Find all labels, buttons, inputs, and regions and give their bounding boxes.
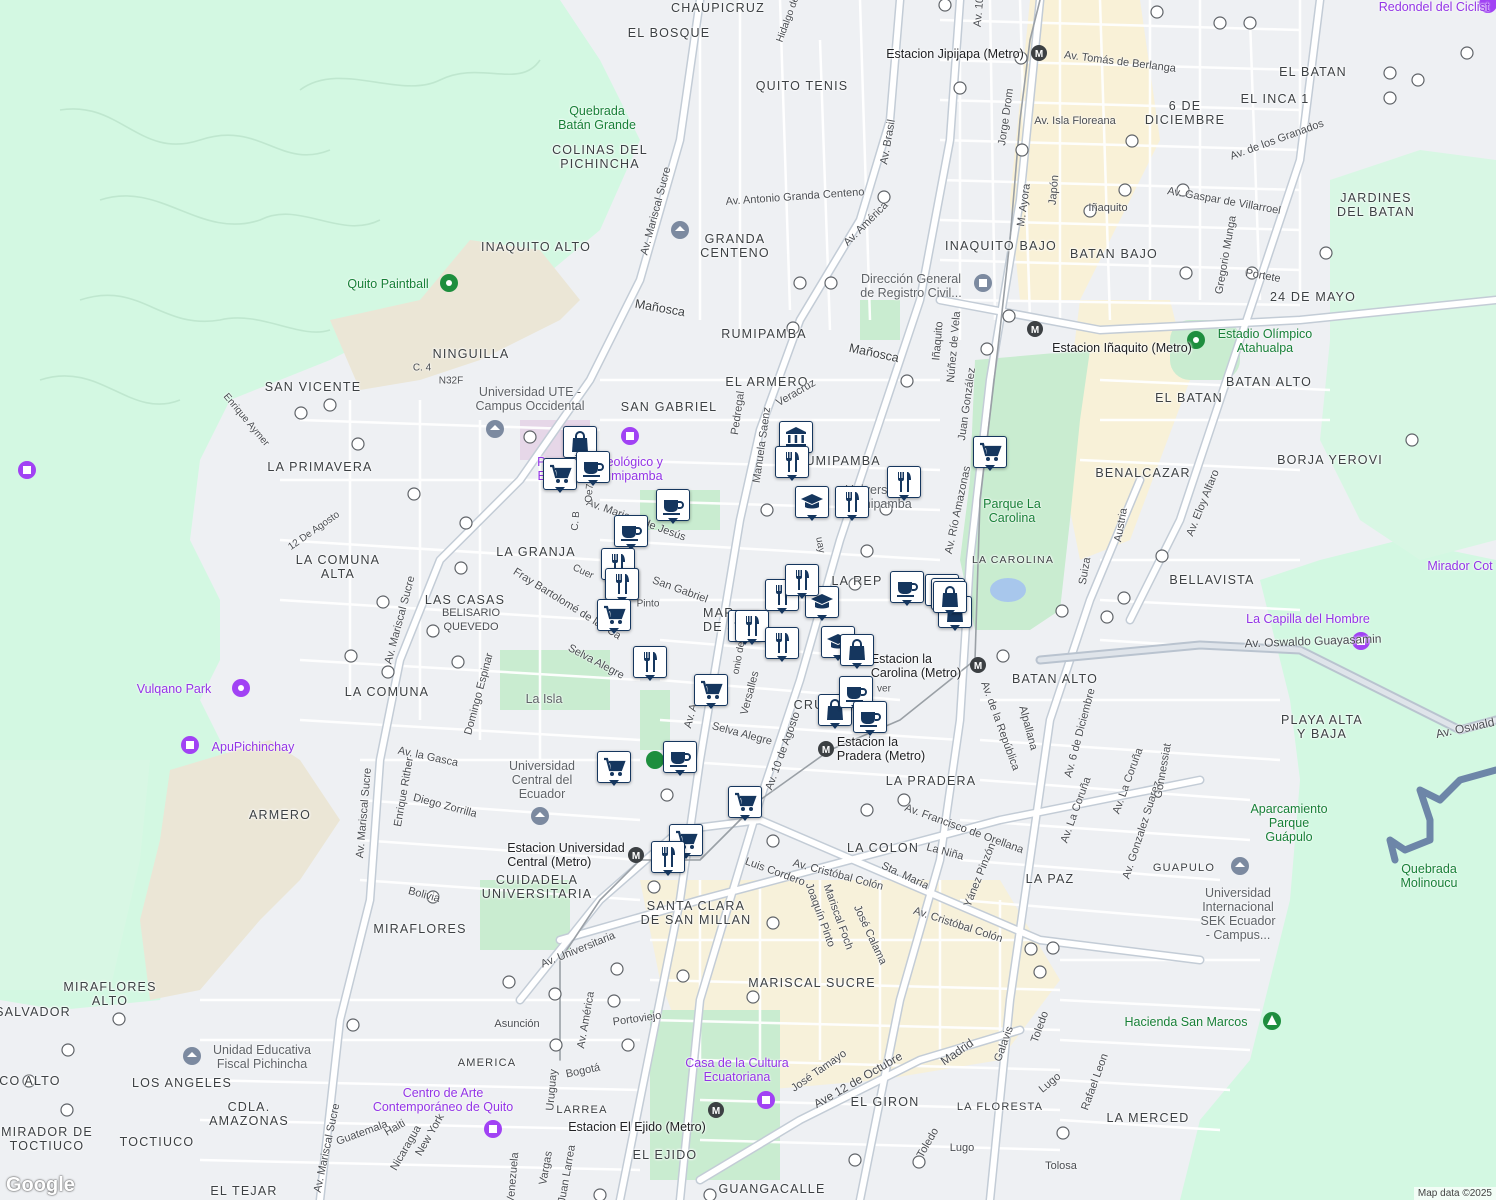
- marker-graduation-cap-icon[interactable]: [795, 486, 829, 521]
- svg-text:M: M: [1031, 325, 1039, 336]
- marker-fork-knife-icon[interactable]: [765, 627, 799, 662]
- marker-cup-icon[interactable]: [663, 741, 697, 776]
- marker-cup-icon[interactable]: [576, 451, 610, 486]
- marker-fork-knife-icon[interactable]: [835, 486, 869, 521]
- svg-text:M: M: [974, 661, 982, 672]
- marker-cart-icon[interactable]: [597, 751, 631, 786]
- basemap: M M M M M M: [0, 0, 1496, 1200]
- marker-cart-icon[interactable]: [597, 599, 631, 634]
- marker-cup-icon[interactable]: [656, 489, 690, 524]
- marker-fork-knife-icon[interactable]: [651, 841, 685, 876]
- svg-text:M: M: [1035, 49, 1043, 60]
- marker-cart-icon[interactable]: [973, 436, 1007, 471]
- marker-cup-icon[interactable]: [614, 515, 648, 550]
- svg-text:M: M: [822, 745, 830, 756]
- marker-fork-knife-icon[interactable]: [605, 568, 639, 603]
- svg-text:M: M: [632, 851, 640, 862]
- marker-bag-icon[interactable]: [840, 634, 874, 669]
- marker-fork-knife-icon[interactable]: [633, 646, 667, 681]
- marker-cart-icon[interactable]: [728, 786, 762, 821]
- marker-fork-knife-icon[interactable]: [775, 446, 809, 481]
- map-canvas[interactable]: M M M M M M CHAUPICRUZ EL BOSQUE QUITO T…: [0, 0, 1496, 1200]
- map-attribution[interactable]: Map data ©2025: [1413, 1187, 1496, 1200]
- marker-fork-knife-icon[interactable]: [887, 466, 921, 501]
- svg-text:M: M: [712, 1106, 720, 1117]
- marker-cart-icon[interactable]: [694, 674, 728, 709]
- marker-fork-knife-icon[interactable]: [785, 564, 819, 599]
- marker-cup-icon[interactable]: [890, 571, 924, 606]
- marker-bag-icon[interactable]: [933, 581, 967, 616]
- google-logo: Google: [6, 1174, 75, 1196]
- marker-cup-icon[interactable]: [853, 701, 887, 736]
- marker-cart-icon[interactable]: [543, 458, 577, 493]
- marker-fork-knife-icon[interactable]: [735, 610, 769, 645]
